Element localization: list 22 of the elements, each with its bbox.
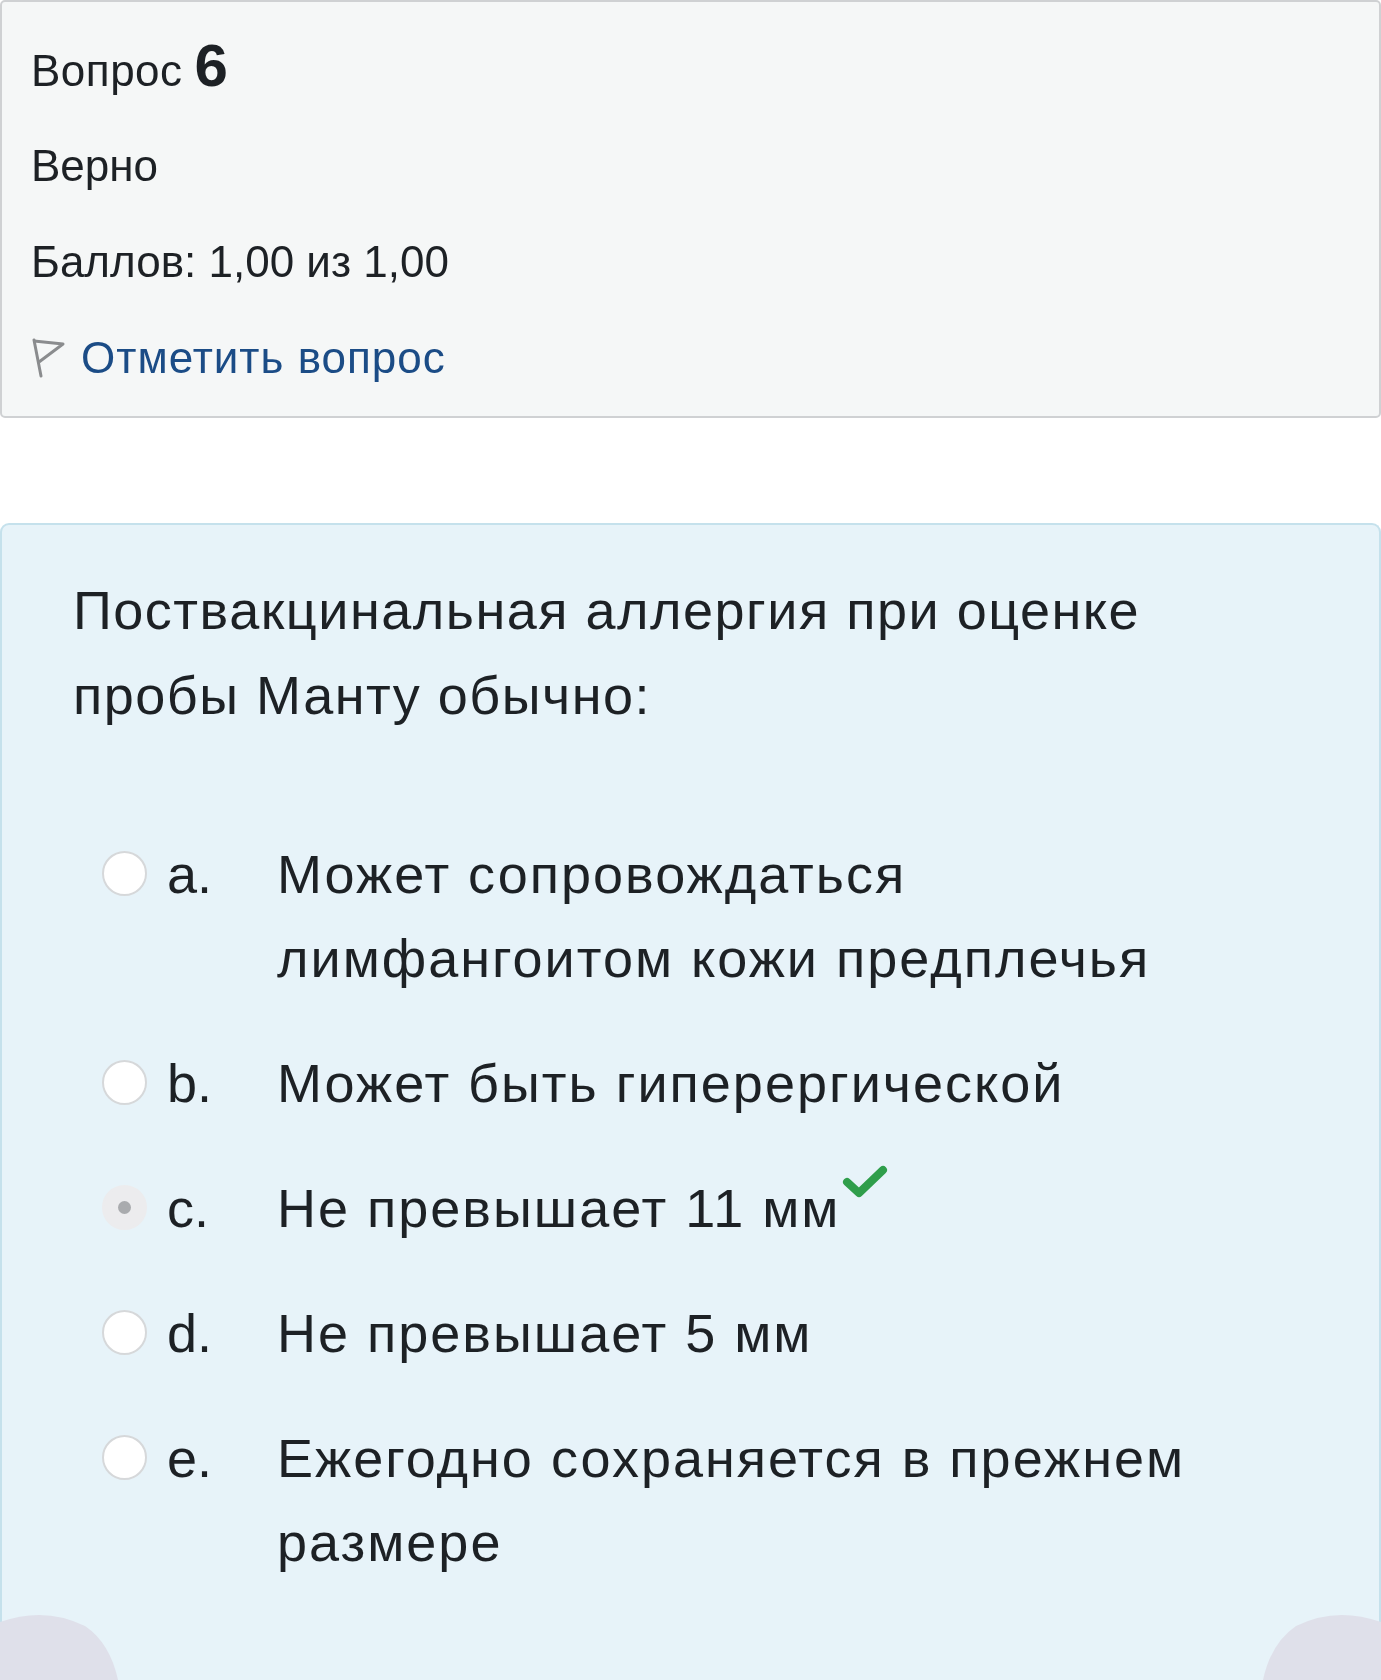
radio-button[interactable] [102, 1435, 147, 1480]
radio-button[interactable] [102, 1185, 147, 1230]
option-letter: d. [167, 1302, 213, 1365]
question-state: Верно [31, 140, 159, 192]
option-text: Ежегодно сохраняется в прежнем размере [277, 1427, 1187, 1574]
option-letter: c. [167, 1177, 209, 1240]
option-letter: b. [167, 1052, 213, 1115]
option-text: Не превышает 11 мм [277, 1166, 889, 1250]
flag-question-link[interactable]: Отметить вопрос [81, 332, 446, 384]
radio-button[interactable] [102, 1310, 147, 1355]
option-text: Не превышает 5 мм [277, 1302, 813, 1365]
question-label: Вопрос [31, 45, 183, 97]
option-letter: a. [167, 843, 213, 906]
radio-button[interactable] [102, 851, 147, 896]
radio-button[interactable] [102, 1060, 147, 1105]
question-grade: Баллов: 1,00 из 1,00 [31, 236, 449, 288]
option-text: Может быть гиперергической [277, 1052, 1065, 1115]
option-letter: e. [167, 1427, 213, 1490]
question-text: Поствакцинальная аллергия при оценке пробы Манту обычно: [73, 579, 1142, 727]
question-number: 6 [194, 36, 228, 96]
flag-icon[interactable] [31, 338, 65, 378]
option-text: Может сопровождаться лимфангоитом кожи предплечья [277, 843, 1152, 990]
